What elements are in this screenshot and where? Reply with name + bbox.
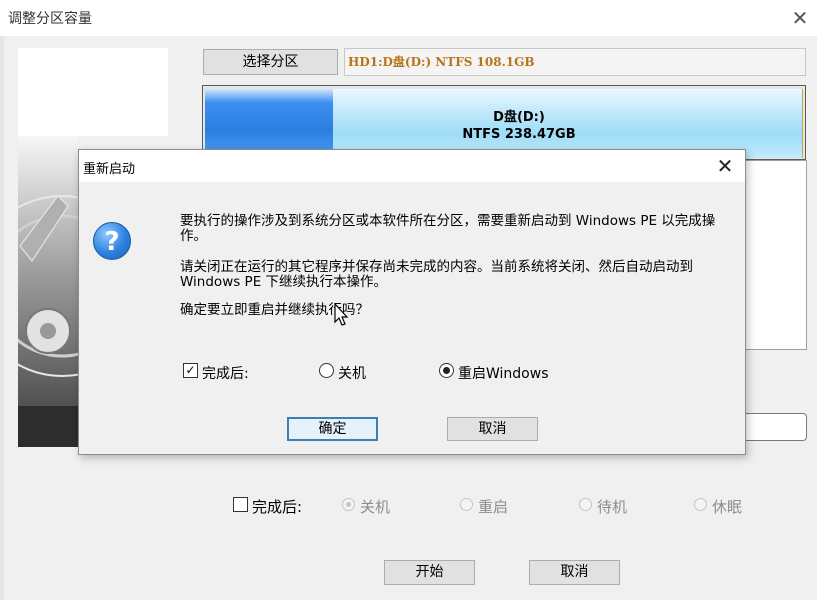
partition-details-list xyxy=(745,160,807,350)
radio-shutdown[interactable] xyxy=(342,498,355,511)
dialog-message-2: 请关闭正在运行的其它程序并保存尚未完成的内容。当前系统将关闭、然后自动启动到 W… xyxy=(180,259,693,290)
mouse-cursor-icon xyxy=(334,303,349,326)
size-input[interactable] xyxy=(745,413,807,441)
radio-standby[interactable] xyxy=(579,498,592,511)
partition-fs-label: NTFS 238.47GB xyxy=(462,127,576,142)
main-cancel-button[interactable]: 取消 xyxy=(529,560,620,585)
dialog-ok-button[interactable]: 确定 xyxy=(287,417,378,441)
hard-disk-image xyxy=(18,136,78,447)
dialog-after-label: 完成后: xyxy=(202,366,249,382)
main-titlebar xyxy=(0,0,817,36)
dialog-title: 重新启动 xyxy=(83,162,136,177)
radio-restart-label: 重启 xyxy=(478,498,509,516)
partition-used-segment[interactable] xyxy=(205,89,333,158)
dialog-radio-restart-label: 重启Windows xyxy=(458,366,549,382)
select-partition-button[interactable]: 选择分区 xyxy=(203,49,338,75)
left-info-panel xyxy=(18,48,168,136)
start-button[interactable]: 开始 xyxy=(384,560,475,585)
dialog-after-checkbox[interactable]: ✓ xyxy=(183,363,198,378)
dialog-radio-shutdown[interactable] xyxy=(319,363,334,378)
main-after-checkbox[interactable] xyxy=(233,497,248,512)
restart-dialog: 重新启动 ✕ ? 要执行的操作涉及到系统分区或本软件所在分区，需要重新启动到 W… xyxy=(78,149,746,455)
dialog-titlebar xyxy=(79,150,745,182)
partition-name-label: D盘(D:) xyxy=(493,110,545,125)
dialog-close-icon[interactable]: ✕ xyxy=(713,154,737,178)
background-window-edge xyxy=(0,0,4,600)
radio-standby-label: 待机 xyxy=(597,498,628,516)
main-after-label: 完成后: xyxy=(252,498,303,516)
main-window-title: 调整分区容量 xyxy=(8,11,92,27)
dialog-cancel-button[interactable]: 取消 xyxy=(447,417,538,441)
dialog-radio-shutdown-label: 关机 xyxy=(338,366,366,382)
radio-restart[interactable] xyxy=(460,498,473,511)
main-close-icon[interactable]: ✕ xyxy=(788,6,812,30)
dialog-message-3: 确定要立即重启并继续执行吗？ xyxy=(180,302,369,318)
question-icon: ? xyxy=(93,222,131,260)
dialog-radio-restart-windows[interactable] xyxy=(439,363,454,378)
radio-shutdown-label: 关机 xyxy=(360,498,391,516)
radio-hibernate[interactable] xyxy=(694,498,707,511)
dialog-message-1: 要执行的操作涉及到系统分区或本软件所在分区，需要重新启动到 Windows PE… xyxy=(180,213,716,244)
partition-info-field: HD1:D盘(D:) NTFS 108.1GB xyxy=(344,48,806,76)
radio-hibernate-label: 休眠 xyxy=(712,498,743,516)
